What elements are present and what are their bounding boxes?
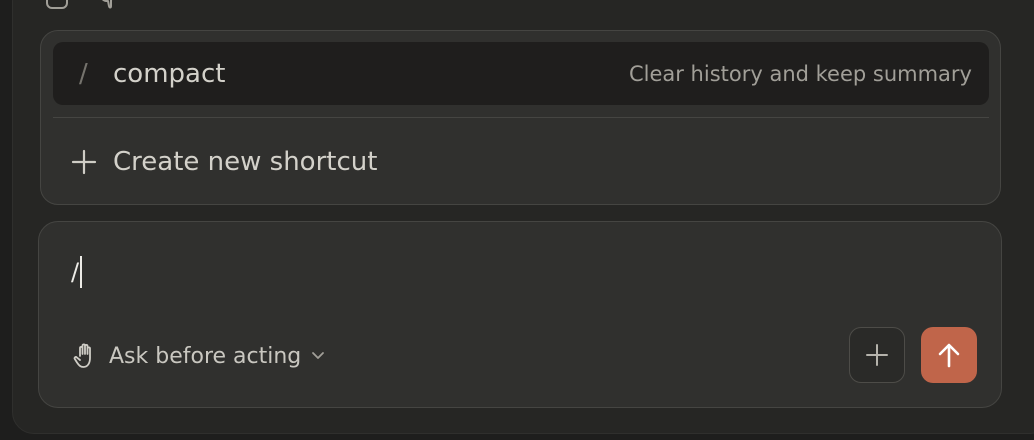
command-prefix: /: [79, 58, 88, 89]
copy-icon[interactable]: [44, 0, 70, 12]
create-shortcut-button[interactable]: Create new shortcut: [53, 132, 989, 192]
create-shortcut-label: Create new shortcut: [113, 147, 378, 177]
command-description: Clear history and keep summary: [628, 61, 972, 86]
permission-mode-dropdown[interactable]: Ask before acting: [73, 340, 325, 372]
shortcut-menu: / compact Clear history and keep summary…: [40, 30, 1001, 205]
plus-icon: [866, 344, 888, 366]
thumbs-down-icon[interactable]: [96, 0, 122, 12]
arrow-up-icon: [938, 343, 960, 368]
command-item-compact[interactable]: / compact Clear history and keep summary: [53, 42, 989, 105]
send-button[interactable]: [921, 327, 977, 383]
menu-divider: [53, 117, 989, 118]
text-caret: [80, 256, 83, 288]
permission-mode-label: Ask before acting: [109, 343, 302, 369]
message-composer: / Ask before acting: [38, 221, 1002, 408]
hand-icon: [73, 343, 91, 368]
add-attachment-button[interactable]: [849, 327, 905, 383]
command-name: compact: [113, 58, 226, 89]
message-input[interactable]: /: [71, 256, 83, 288]
message-actions: [44, 0, 122, 12]
plus-icon: [71, 149, 97, 175]
chevron-down-icon: [312, 352, 325, 359]
message-input-value: /: [71, 258, 80, 286]
